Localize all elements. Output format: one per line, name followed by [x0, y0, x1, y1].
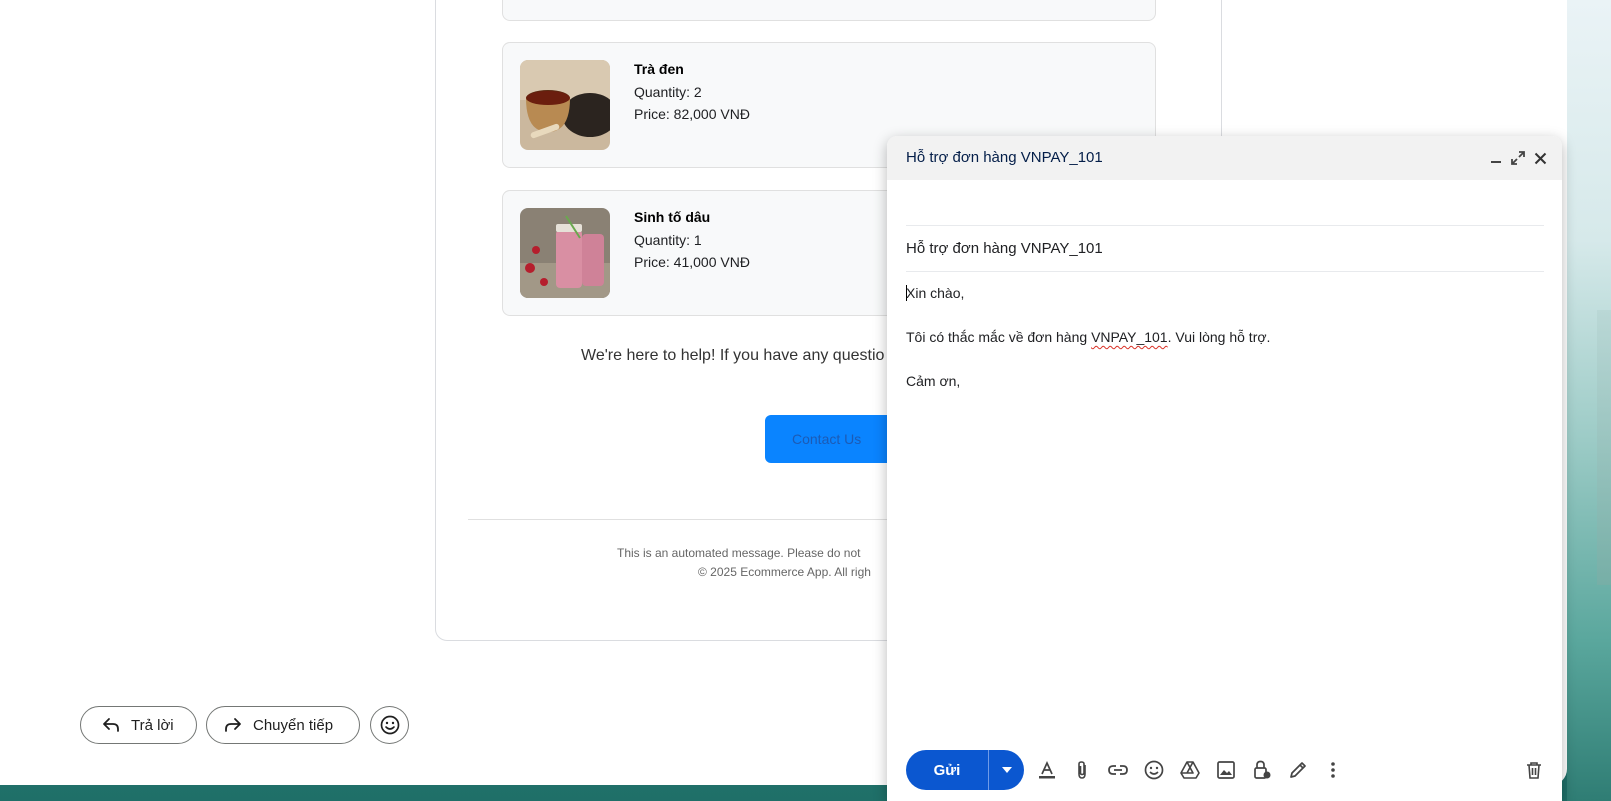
forward-label: Chuyển tiếp — [253, 716, 334, 734]
more-options-icon[interactable] — [1322, 759, 1344, 781]
subject-field[interactable]: Hỗ trợ đơn hàng VNPAY_101 — [906, 226, 1544, 272]
minimize-icon[interactable] — [1486, 148, 1506, 168]
text-format-icon[interactable] — [1036, 759, 1058, 781]
smiley-icon — [380, 715, 400, 735]
photo-icon[interactable] — [1215, 759, 1237, 781]
item-name: Trà đen — [634, 61, 684, 77]
signature-pen-icon[interactable] — [1287, 759, 1309, 781]
help-text: We're here to help! If you have any ques… — [581, 347, 885, 364]
emoji-reaction-button[interactable] — [370, 706, 409, 744]
item-quantity: Quantity: 1 — [634, 232, 702, 248]
compose-title: Hỗ trợ đơn hàng VNPAY_101 — [906, 149, 1103, 166]
attach-icon[interactable] — [1071, 759, 1093, 781]
scrollbar[interactable] — [1597, 310, 1611, 585]
body-line-start: Tôi có thắc mắc về đơn hàng — [906, 329, 1092, 345]
confidential-lock-icon[interactable] — [1251, 759, 1273, 781]
copyright-text: © 2025 Ecommerce App. All righ — [698, 565, 871, 579]
contact-us-button[interactable]: Contact Us — [765, 415, 895, 463]
body-greeting: Xin chào, — [906, 285, 965, 301]
send-options-button[interactable] — [988, 750, 1024, 790]
footer-divider — [468, 519, 888, 520]
reply-label: Trả lời — [131, 716, 174, 734]
black-tea-image — [520, 60, 610, 150]
reply-arrow-icon — [101, 715, 121, 735]
body-line-end: . Vui lòng hỗ trợ. — [1167, 329, 1271, 345]
order-id-text: VNPAY_101 — [1091, 329, 1168, 345]
strawberry-smoothie-image — [520, 208, 610, 298]
expand-icon[interactable] — [1508, 148, 1528, 168]
item-quantity: Quantity: 2 — [634, 84, 702, 100]
forward-button[interactable]: Chuyển tiếp — [206, 706, 360, 744]
item-name: Sinh tố dâu — [634, 209, 711, 225]
recipients-field[interactable] — [906, 180, 1544, 226]
close-icon[interactable] — [1530, 148, 1550, 168]
link-icon[interactable] — [1107, 759, 1129, 781]
send-button-group: Gửi — [906, 750, 1024, 790]
automated-message-note: This is an automated message. Please do … — [617, 546, 861, 560]
subject-text: Hỗ trợ đơn hàng VNPAY_101 — [906, 240, 1103, 257]
compose-header[interactable]: Hỗ trợ đơn hàng VNPAY_101 — [887, 136, 1562, 180]
reply-button[interactable]: Trả lời — [80, 706, 197, 744]
compose-window: Hỗ trợ đơn hàng VNPAY_101 Hỗ trợ đơn hàn… — [887, 136, 1562, 801]
item-price: Price: 41,000 VNĐ — [634, 254, 750, 270]
send-button[interactable]: Gửi — [906, 750, 988, 790]
item-price: Price: 82,000 VNĐ — [634, 106, 750, 122]
emoji-icon[interactable] — [1143, 759, 1165, 781]
body-closing: Cảm ơn, — [906, 373, 961, 389]
message-body[interactable]: Xin chào, Tôi có thắc mắc về đơn hàng VN… — [906, 283, 1270, 415]
order-item-card-previous — [502, 0, 1156, 21]
trash-icon[interactable] — [1523, 759, 1545, 781]
dropdown-arrow-icon — [1001, 767, 1012, 773]
forward-arrow-icon — [223, 715, 243, 735]
drive-icon[interactable] — [1179, 759, 1201, 781]
